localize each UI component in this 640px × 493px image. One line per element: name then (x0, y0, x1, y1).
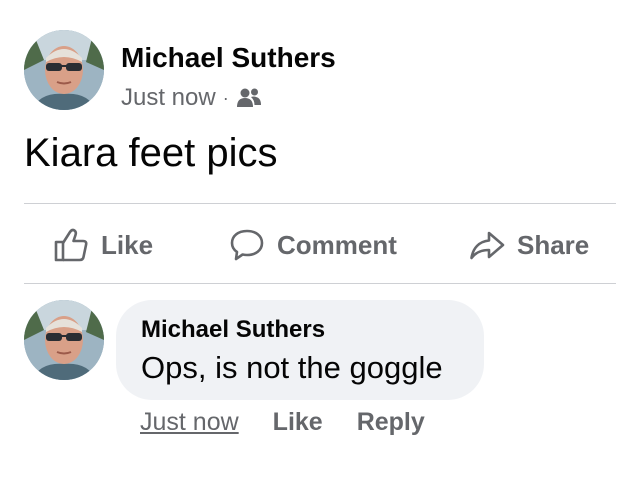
meta-separator: · (222, 88, 229, 108)
commenter-avatar[interactable] (24, 300, 104, 380)
share-label: Share (517, 229, 590, 260)
comment-author-name[interactable]: Michael Suthers (141, 316, 325, 344)
comment-button[interactable]: Comment (228, 224, 397, 266)
facebook-post: Michael Suthers Just now · Kiara feet pi… (0, 0, 640, 493)
comment-timestamp[interactable]: Just now (140, 408, 239, 437)
friends-icon[interactable] (236, 87, 262, 109)
comment-text: Ops, is not the goggle (141, 350, 443, 385)
comment-actions: Just now Like Reply (140, 408, 425, 437)
comment-label: Comment (277, 229, 397, 260)
comment-like-button[interactable]: Like (273, 408, 323, 437)
post-text: Kiara feet pics (24, 131, 278, 175)
comment-reply-button[interactable]: Reply (357, 408, 425, 437)
post-author-name[interactable]: Michael Suthers (121, 42, 336, 74)
share-arrow-icon (470, 231, 505, 260)
post-timestamp[interactable]: Just now (121, 84, 216, 112)
comment-icon (230, 229, 264, 261)
post-meta: Just now · (121, 84, 262, 112)
comment-bubble: Michael Suthers Ops, is not the goggle (116, 300, 484, 400)
divider (24, 203, 616, 204)
like-label: Like (101, 229, 154, 260)
share-button[interactable]: Share (468, 224, 589, 266)
like-button[interactable]: Like (52, 224, 153, 266)
divider (24, 283, 616, 284)
thumbs-up-icon (54, 228, 88, 262)
author-avatar[interactable] (24, 30, 104, 110)
